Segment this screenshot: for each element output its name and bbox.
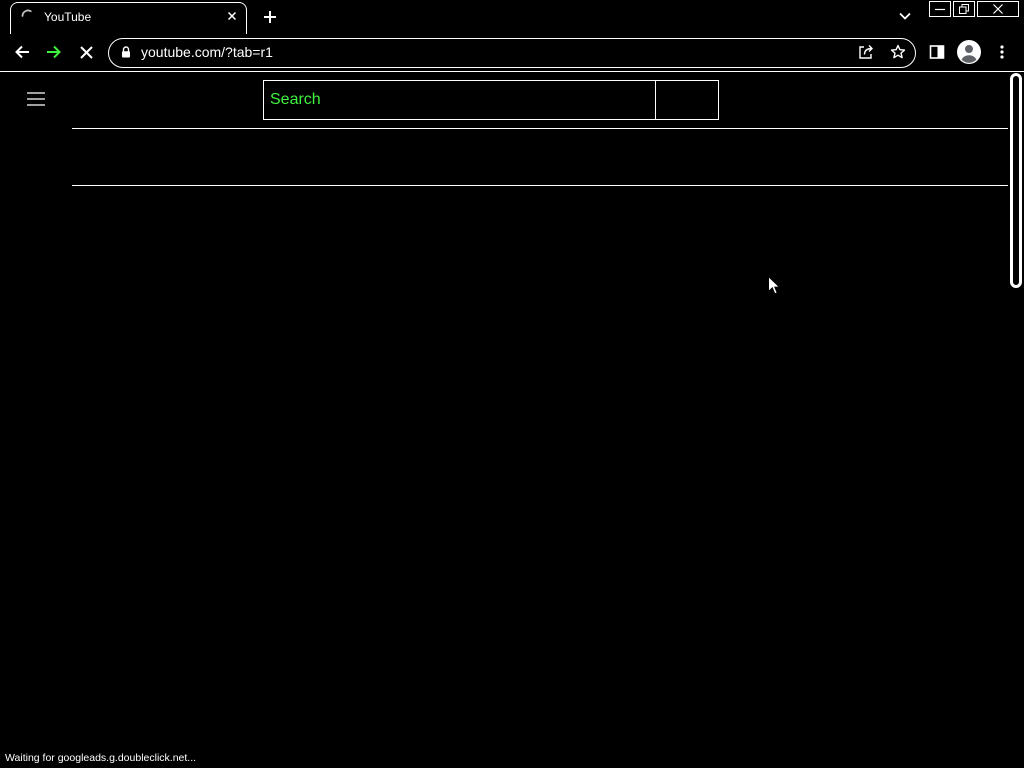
search-input[interactable]: [263, 80, 656, 120]
lock-icon: [122, 46, 130, 58]
tab-youtube[interactable]: YouTube: [10, 2, 247, 34]
chevron-down-icon: [899, 12, 911, 20]
tab-strip: YouTube: [0, 0, 1024, 34]
share-button[interactable]: [858, 44, 874, 60]
status-bubble: Waiting for googleads.g.doubleclick.net.…: [0, 748, 202, 768]
new-tab-button[interactable]: [262, 9, 278, 25]
arrow-right-icon: [47, 45, 61, 59]
restore-icon: [959, 4, 969, 14]
tab-search-button[interactable]: [898, 9, 912, 23]
avatar-icon: [957, 40, 981, 64]
page-content: [0, 72, 1024, 768]
window-close-button[interactable]: [977, 1, 1019, 17]
search-form: [263, 80, 719, 120]
status-text: Waiting for googleads.g.doubleclick.net.…: [5, 752, 197, 764]
minimize-icon: [935, 8, 945, 11]
side-panel-icon: [929, 45, 945, 59]
tab-title: YouTube: [44, 10, 92, 24]
star-icon: [890, 44, 906, 59]
address-bar-input[interactable]: [141, 43, 841, 61]
restore-button[interactable]: [953, 1, 975, 17]
side-panel-button[interactable]: [929, 44, 945, 60]
arrow-left-icon: [15, 45, 29, 59]
plus-icon: [264, 11, 276, 23]
profile-button[interactable]: [957, 40, 981, 64]
guide-menu-button[interactable]: [27, 92, 45, 106]
loading-spinner-icon: [21, 9, 35, 23]
bookmark-button[interactable]: [890, 44, 906, 60]
scrollbar-track[interactable]: [1008, 72, 1024, 768]
tab-close-button[interactable]: [224, 8, 240, 24]
close-icon: [227, 11, 237, 21]
close-icon: [993, 4, 1003, 14]
back-button[interactable]: [14, 44, 30, 60]
share-icon: [859, 45, 873, 59]
minimize-button[interactable]: [929, 1, 951, 17]
toolbar: [0, 34, 1024, 72]
more-vertical-icon: [1000, 45, 1004, 59]
stop-icon: [79, 45, 93, 59]
chrome-menu-button[interactable]: [998, 44, 1006, 60]
forward-button[interactable]: [46, 44, 62, 60]
hamburger-menu-icon: [27, 92, 45, 106]
stop-button[interactable]: [79, 45, 93, 59]
scrollbar-thumb[interactable]: [1010, 73, 1022, 288]
mouse-cursor: [768, 275, 781, 295]
search-button[interactable]: [656, 80, 719, 120]
site-info-button[interactable]: [121, 46, 131, 58]
address-bar[interactable]: [108, 38, 916, 68]
chip-bar: [72, 128, 1008, 186]
